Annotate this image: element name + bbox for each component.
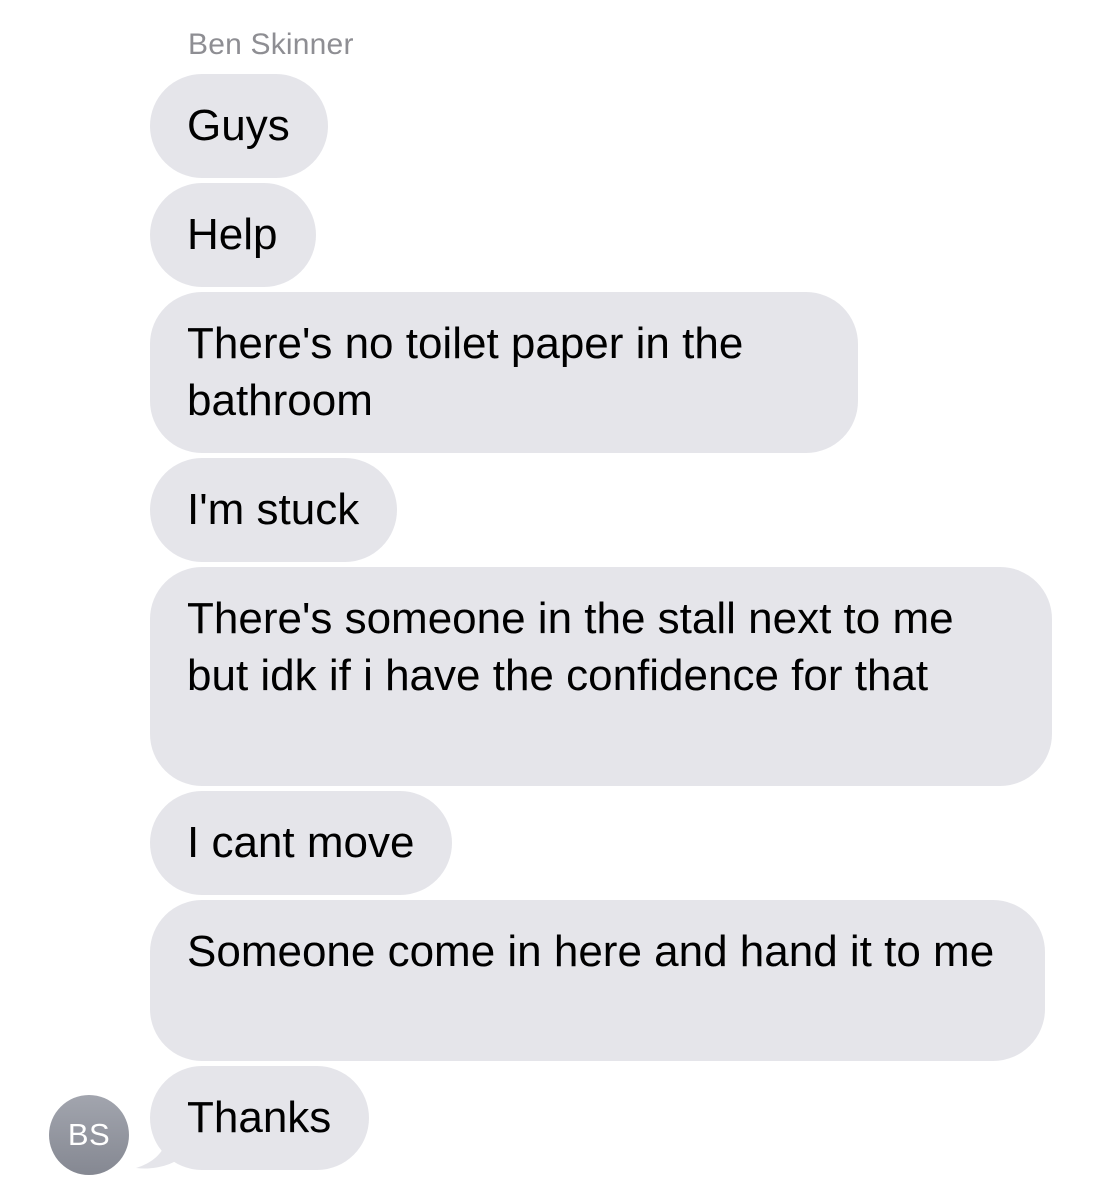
message-bubble[interactable]: Thanks bbox=[150, 1066, 370, 1170]
message-bubble[interactable]: Help bbox=[150, 183, 316, 287]
message-bubble[interactable]: I'm stuck bbox=[150, 458, 398, 562]
sender-name: Ben Skinner bbox=[188, 28, 354, 61]
avatar[interactable]: BS bbox=[49, 1095, 129, 1175]
message-bubble[interactable]: Someone come in here and hand it to me bbox=[150, 900, 1045, 1061]
message-bubble[interactable]: I cant move bbox=[150, 791, 453, 895]
message-bubble[interactable]: Guys bbox=[150, 74, 328, 178]
message-bubble[interactable]: There's no toilet paper in the bathroom bbox=[150, 292, 858, 453]
message-bubble[interactable]: There's someone in the stall next to me … bbox=[150, 567, 1052, 786]
message-thread: Ben Skinner Guys Help There's no toilet … bbox=[0, 0, 1107, 1186]
